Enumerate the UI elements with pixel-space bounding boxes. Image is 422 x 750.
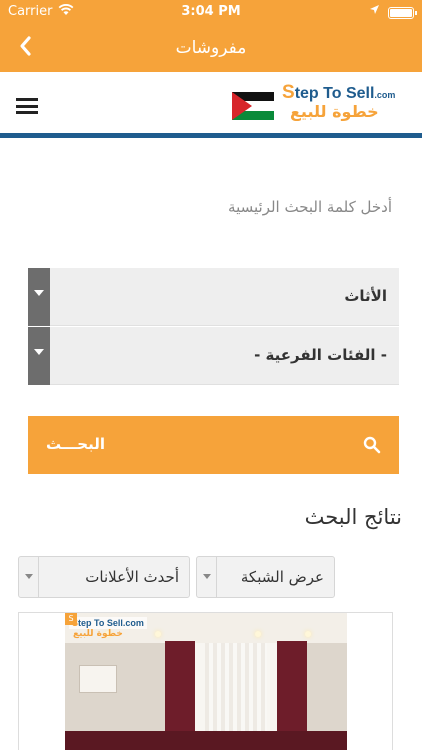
status-bar: Carrier 3:04 PM [0, 0, 422, 24]
subcategory-select-value: - الفئات الفرعية - [254, 346, 387, 364]
location-arrow-icon [369, 4, 380, 18]
logo-text-ar: خطوة للبيع [290, 102, 379, 121]
view-mode-select[interactable]: عرض الشبكة [196, 556, 335, 598]
battery-icon [388, 7, 417, 19]
chevron-down-icon [197, 557, 217, 597]
logo-mark: Step To Sell.com خطوة للبيع [282, 80, 402, 128]
category-select-value: الأثاث [344, 287, 387, 305]
category-select[interactable]: الأثاث [28, 268, 399, 326]
keyword-label[interactable]: أدخل كلمة البحث الرئيسية [228, 198, 392, 216]
results-heading: نتائج البحث [304, 505, 402, 529]
chevron-down-icon [28, 327, 50, 385]
menu-icon[interactable] [16, 98, 38, 114]
site-logo[interactable]: Step To Sell.com خطوة للبيع [232, 80, 402, 128]
photo-watermark: Step To Sell.com [69, 617, 147, 629]
subcategory-select[interactable]: - الفئات الفرعية - [28, 327, 399, 385]
sort-select[interactable]: أحدث الأعلانات [18, 556, 190, 598]
listing-badge: S [65, 613, 77, 625]
site-header: Step To Sell.com خطوة للبيع [0, 72, 422, 138]
logo-text-en: Step To Sell.com [282, 82, 396, 103]
search-button[interactable]: البحـــث [28, 416, 399, 474]
navigation-bar: Carrier 3:04 PM مفروشات [0, 0, 422, 72]
page-title: مفروشات [175, 38, 247, 58]
listing-card[interactable]: Step To Sell.com خطوة للبيع S [18, 612, 393, 750]
search-icon [363, 436, 381, 454]
clock: 3:04 PM [181, 4, 241, 19]
chevron-down-icon [28, 268, 50, 326]
jordan-flag-icon [232, 92, 274, 120]
view-mode-value: عرض الشبكة [240, 568, 324, 586]
wall-art [79, 665, 117, 693]
listing-photo[interactable]: Step To Sell.com خطوة للبيع [65, 613, 347, 750]
sort-value: أحدث الأعلانات [85, 568, 179, 586]
search-button-label: البحـــث [46, 435, 105, 453]
photo-watermark-ar: خطوة للبيع [73, 629, 123, 639]
chevron-down-icon [19, 557, 39, 597]
